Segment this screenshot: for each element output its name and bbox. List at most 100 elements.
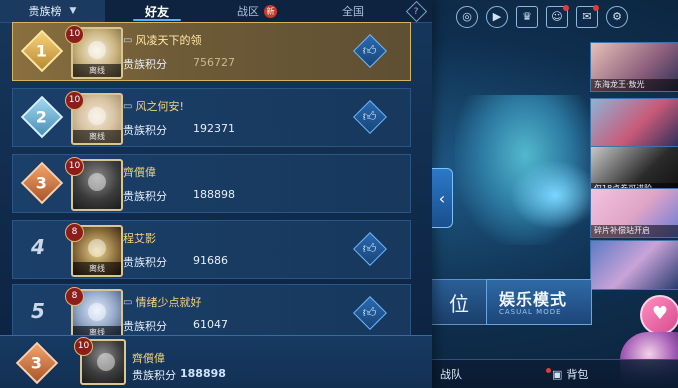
leaderboard-tabs: 贵族榜 ▼ 好友 战区 新 全国 ? [0,0,432,23]
leaderboard-panel: 贵族榜 ▼ 好友 战区 新 全国 ? 1 10 离线 ▭ 风凌天下的领 贵族积分… [0,0,432,388]
help-button[interactable]: ? [401,0,432,22]
mail-icon[interactable]: ✉ [576,5,599,28]
camera-icon[interactable]: ◎ [456,6,478,28]
tab-label: 好友 [144,4,169,19]
rank-number: 4 [31,235,45,259]
player-name-line: 程艾影 [123,230,156,246]
rank-bronze-icon: 3 [20,161,64,205]
casual-mode-subtitle: CASUAL MODE [499,308,562,316]
notification-dot [546,368,551,373]
thumbs-up-icon: 👍︎ [363,43,377,59]
player-name: 齊儨偉 [123,166,156,179]
promo-caption: 碎片补偿站开启 [591,225,678,237]
level-badge: 10 [74,337,93,356]
new-badge: 新 [264,4,277,18]
player-name-line: ▭ 情绪少点就好 [123,294,201,310]
leaderboard-row[interactable]: 2 10 离线 ▭ 风之何安! 贵族积分 192371 👍︎ [12,88,411,147]
score-value: 756727 [193,56,235,69]
level-badge: 8 [65,287,84,306]
bag-icon: ▣ [552,367,563,381]
avatar-image [88,303,106,321]
heart-icon[interactable]: ♥ [640,295,678,335]
lobby-top-icons: ◎ ▶ ♛ ☺ ✉ ⚙ [456,5,628,28]
avatar-image [88,107,106,125]
player-name: 程艾影 [123,232,156,245]
player-name: 情绪少点就好 [135,296,202,309]
score-value: 192371 [193,122,235,135]
like-button[interactable]: 👍︎ [353,232,387,266]
promo-card-4[interactable]: 碎片补偿站开启 [590,188,678,238]
like-button[interactable]: 👍︎ [353,100,387,134]
tab-label: 全国 [342,5,364,18]
tab-nobility-ranking[interactable]: 贵族榜 ▼ [0,0,105,22]
like-button[interactable]: 👍︎ [353,296,387,330]
help-icon: ? [405,0,428,22]
ranked-mode-button[interactable]: 位 [430,279,488,325]
rank-number: 5 [31,299,45,323]
chevron-down-icon: ▼ [69,6,77,16]
promo-card-1[interactable]: 东海龙王·敖光 [590,42,678,92]
guild-tag-icon: ▭ [123,34,133,46]
promo-card-2[interactable] [590,98,678,148]
offline-tag: 离线 [73,64,121,77]
thumbs-up-icon: 👍︎ [363,305,377,321]
player-name-line: ▭ 风之何安! [123,98,184,114]
rank-silver-icon: 2 [20,95,64,139]
casual-mode-title: 娱乐模式 [499,290,568,309]
level-badge: 10 [65,91,84,110]
team-button[interactable]: 战队 [440,366,462,382]
guild-tag-icon: ▭ [123,296,133,308]
friends-icon[interactable]: ☺ [546,5,569,28]
tab-national[interactable]: 全国 [305,0,401,22]
rank-gold-icon: 1 [20,29,64,73]
avatar-image [88,41,106,59]
score-value: 188898 [193,188,235,201]
avatar-image [88,173,106,191]
guild-tag-icon: ▭ [123,100,133,112]
score-label: 贵族积分 [123,190,167,203]
offline-tag: 离线 [73,262,121,275]
player-name: 风凌天下的领 [135,34,202,47]
promo-caption: 东海龙王·敖光 [591,79,678,91]
score-label: 贵族积分 [132,369,176,382]
promo-card-5[interactable] [590,240,678,290]
gear-icon[interactable]: ⚙ [606,6,628,28]
lobby-bottom-bar: 战队 ▣ 背包 [432,359,678,388]
score-label: 贵族积分 [123,124,167,137]
offline-tag: 离线 [73,130,121,143]
tab-zone[interactable]: 战区 新 [209,0,305,22]
player-name-line: 齊儨偉 [123,164,156,180]
notification-dot [593,5,599,11]
leaderboard-row[interactable]: 1 10 离线 ▭ 风凌天下的领 贵族积分 756727 👍︎ [12,22,411,81]
avatar-image [88,239,106,257]
tab-label: 贵族榜 [28,5,62,18]
player-name-line: 齊儨偉 [132,350,165,366]
level-badge: 10 [65,157,84,176]
score-label: 贵族积分 [123,320,167,333]
tab-label: 战区 [237,5,259,18]
thumbs-up-icon: 👍︎ [363,109,377,125]
bag-button[interactable]: ▣ 背包 [546,366,588,382]
player-name: 风之何安! [135,100,184,113]
casual-mode-button[interactable]: 娱乐模式 CASUAL MODE [486,279,592,325]
leaderboard-row[interactable]: 4 8 离线 程艾影 贵族积分 91686 👍︎ [12,220,411,279]
tab-friends[interactable]: 好友 [105,0,209,22]
notification-dot [563,5,569,11]
score-value: 61047 [193,318,228,331]
rank-bronze-icon: 3 [15,341,59,385]
trophy-icon[interactable]: ♛ [516,6,538,28]
score-label: 贵族积分 [123,256,167,269]
video-icon[interactable]: ▶ [486,6,508,28]
ranked-mode-label: 位 [449,291,469,316]
level-badge: 8 [65,223,84,242]
player-name: 齊儨偉 [132,352,165,365]
leaderboard-row[interactable]: 3 10 齊儨偉 贵族积分 188898 [12,154,411,213]
collapse-panel-button[interactable]: ‹ [432,168,453,228]
score-label: 贵族积分 [123,58,167,71]
avatar-image [97,353,115,371]
player-name-line: ▭ 风凌天下的领 [123,32,201,48]
hero-artwork-glow [510,160,600,230]
thumbs-up-icon: 👍︎ [363,241,377,257]
my-ranking-row: 3 10 齊儨偉 贵族积分 188898 [0,335,432,388]
like-button[interactable]: 👍︎ [353,34,387,68]
